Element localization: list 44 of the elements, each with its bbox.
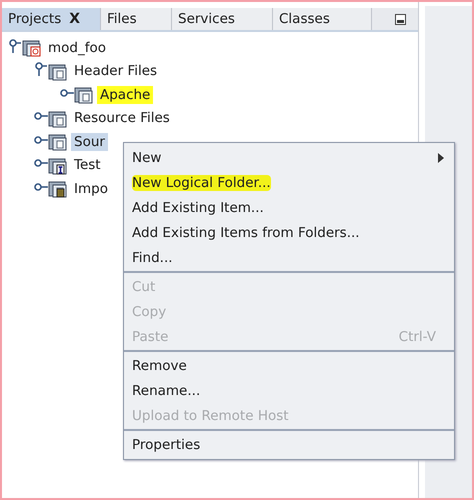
menu-item-label: Add Existing Items from Folders... [132,224,360,240]
menu-item[interactable]: New [124,145,454,170]
tree-item[interactable]: Sour [71,132,108,151]
menu-item-label: Add Existing Item... [132,200,264,216]
menu-item-label: Cut [132,278,156,294]
tab[interactable]: Classes [273,8,372,30]
collapse-handle-icon[interactable] [8,38,22,53]
menu-item-label: Find... [132,250,173,266]
tab[interactable]: Projects X [2,8,101,30]
menu-item[interactable]: New Logical Folder... [124,170,454,195]
menu-item-label: Remove [132,358,187,374]
menu-item-label: New Logical Folder... [132,174,271,190]
menu-item-label: Upload to Remote Host [132,408,289,424]
library-folder-icon [48,179,67,198]
menu-item[interactable]: Find... [124,245,454,270]
tab[interactable]: Services [172,8,273,30]
menu-item[interactable]: Add Existing Items from Folders... [124,220,454,245]
test-folder-icon [48,156,67,175]
menu-item[interactable]: Add Existing Item... [124,195,454,220]
tab[interactable]: Files [101,8,172,30]
menu-item-label: Properties [132,436,200,452]
menu-item-label: New [132,150,162,166]
tree-item[interactable]: Impo [71,180,111,198]
menu-item[interactable]: Remove [124,353,454,378]
folder-icon [48,132,67,152]
menu-item-label: Copy [132,304,166,320]
tree-item[interactable]: mod_foo [45,38,110,57]
close-icon[interactable]: X [69,11,80,27]
menu-item[interactable]: Properties [124,432,454,457]
folder-icon [48,108,67,128]
shortcut-label: Ctrl-V [398,328,436,344]
folder-icon [48,62,67,81]
tree-item[interactable]: Header Files [71,62,160,80]
submenu-arrow-icon [438,152,444,162]
project-icon [22,38,41,58]
folder-icon [74,85,93,104]
menu-item-label: Rename... [132,382,200,398]
collapse-handle-icon[interactable] [34,62,48,76]
menu-item-label: Paste [132,328,168,344]
tree-item[interactable]: Apache [97,86,154,104]
minimize-icon[interactable] [395,14,406,24]
tree-item[interactable]: Test [71,156,104,174]
tree-item[interactable]: Resource Files [71,109,173,128]
menu-item[interactable]: Rename... [124,378,454,403]
